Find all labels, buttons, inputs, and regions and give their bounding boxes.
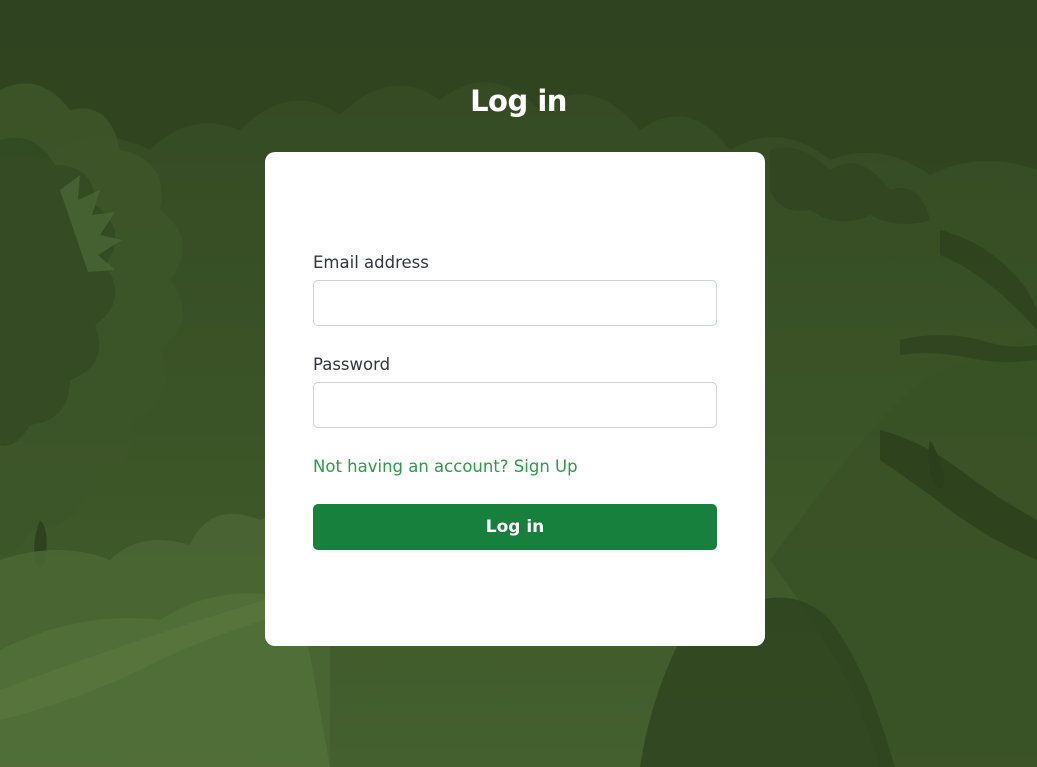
page-title: Log in bbox=[470, 84, 567, 118]
password-label: Password bbox=[313, 355, 391, 374]
email-field[interactable] bbox=[313, 280, 717, 326]
email-label: Email address bbox=[313, 253, 429, 272]
login-card: Email address Password Not having an acc… bbox=[265, 152, 765, 646]
password-field[interactable] bbox=[313, 382, 717, 428]
signup-link[interactable]: Not having an account? Sign Up bbox=[313, 456, 578, 478]
login-button[interactable]: Log in bbox=[313, 504, 717, 550]
